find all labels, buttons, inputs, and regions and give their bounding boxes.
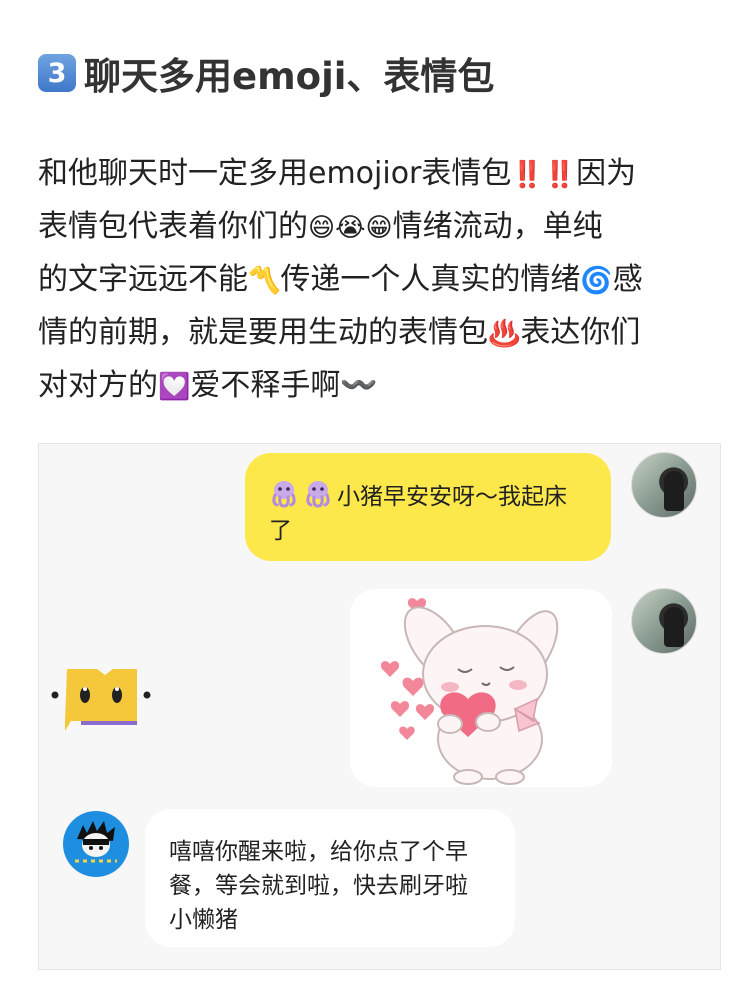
person-silhouette-icon (664, 471, 684, 511)
number-3-badge-icon: 3 (38, 54, 76, 92)
text-segment: 表达你们 (520, 315, 641, 350)
heading-title: 聊天多用emoji、表情包 (84, 55, 495, 98)
message-text: 小猪早安安呀～我起床 (337, 484, 567, 510)
sticker-message[interactable] (350, 589, 612, 787)
message-text: 嘻嘻你醒来啦，给你点了个早 (169, 839, 468, 865)
user-avatar[interactable] (631, 452, 697, 518)
message-text: 小懒猪 (169, 907, 238, 933)
paragraph-line-1: 和他聊天时一定多用emojior表情包‼️‼️因为 (38, 148, 728, 201)
part-alternation-mark-icon: 〽️ (248, 266, 281, 296)
user-avatar[interactable] (631, 588, 697, 654)
cartoon-face-icon (75, 821, 117, 863)
text-segment: 感 (612, 262, 643, 297)
heart-decoration-icon: 💟 (158, 372, 191, 402)
section-heading: 3 聊天多用emoji、表情包 (38, 46, 494, 100)
octopus-emoji-icon (272, 481, 296, 508)
chat-screenshot: 小猪早安安呀～我起床 了 嘻嘻你醒来啦，给你点了个早 餐，等会就到啦，快去刷牙啦… (38, 443, 721, 970)
message-text: 了 (269, 518, 292, 544)
text-segment: 情的前期，就是要用生动的表情包 (38, 315, 488, 350)
text-segment: 对对方的 (38, 368, 158, 403)
intro-paragraph: 和他聊天时一定多用emojior表情包‼️‼️因为 表情包代表着你们的😄😭😁情绪… (38, 148, 728, 413)
message-text: 餐，等会就到啦，快去刷牙啦 (169, 873, 468, 899)
paragraph-line-3: 的文字远远不能〽️传递一个人真实的情绪🌀感 (38, 254, 728, 307)
text-segment: 表情包代表着你们的 (38, 209, 308, 244)
octopus-emoji-icon (306, 481, 330, 508)
hot-springs-icon: ♨️ (488, 319, 521, 349)
message-bubble-sent[interactable]: 小猪早安安呀～我起床 了 (245, 453, 611, 561)
text-segment: 因为 (576, 156, 637, 191)
bunny-holding-heart-sticker-icon (380, 598, 559, 785)
contact-avatar[interactable] (63, 811, 129, 877)
paragraph-line-2: 表情包代表着你们的😄😭😁情绪流动，单纯 (38, 201, 728, 254)
paragraph-line-5: 对对方的💟爱不释手啊〰️ (38, 360, 728, 413)
text-segment: 爱不释手啊〰️ (190, 368, 378, 403)
text-segment: 和他聊天时一定多用emojior表情包 (38, 156, 512, 191)
yellow-chat-app-icon (51, 669, 151, 731)
person-silhouette-icon (664, 607, 684, 647)
face-emoji-icons: 😄😭😁 (308, 213, 393, 243)
cyclone-icon: 🌀 (580, 266, 613, 296)
text-segment: 的文字远远不能 (38, 262, 248, 297)
message-bubble-received[interactable]: 嘻嘻你醒来啦，给你点了个早 餐，等会就到啦，快去刷牙啦 小懒猪 (145, 809, 515, 947)
text-segment: 情绪流动，单纯 (392, 209, 603, 244)
text-segment: 传递一个人真实的情绪 (280, 262, 581, 297)
double-exclamation-icon: ‼️‼️ (511, 160, 577, 190)
paragraph-line-4: 情的前期，就是要用生动的表情包♨️表达你们 (38, 307, 728, 360)
